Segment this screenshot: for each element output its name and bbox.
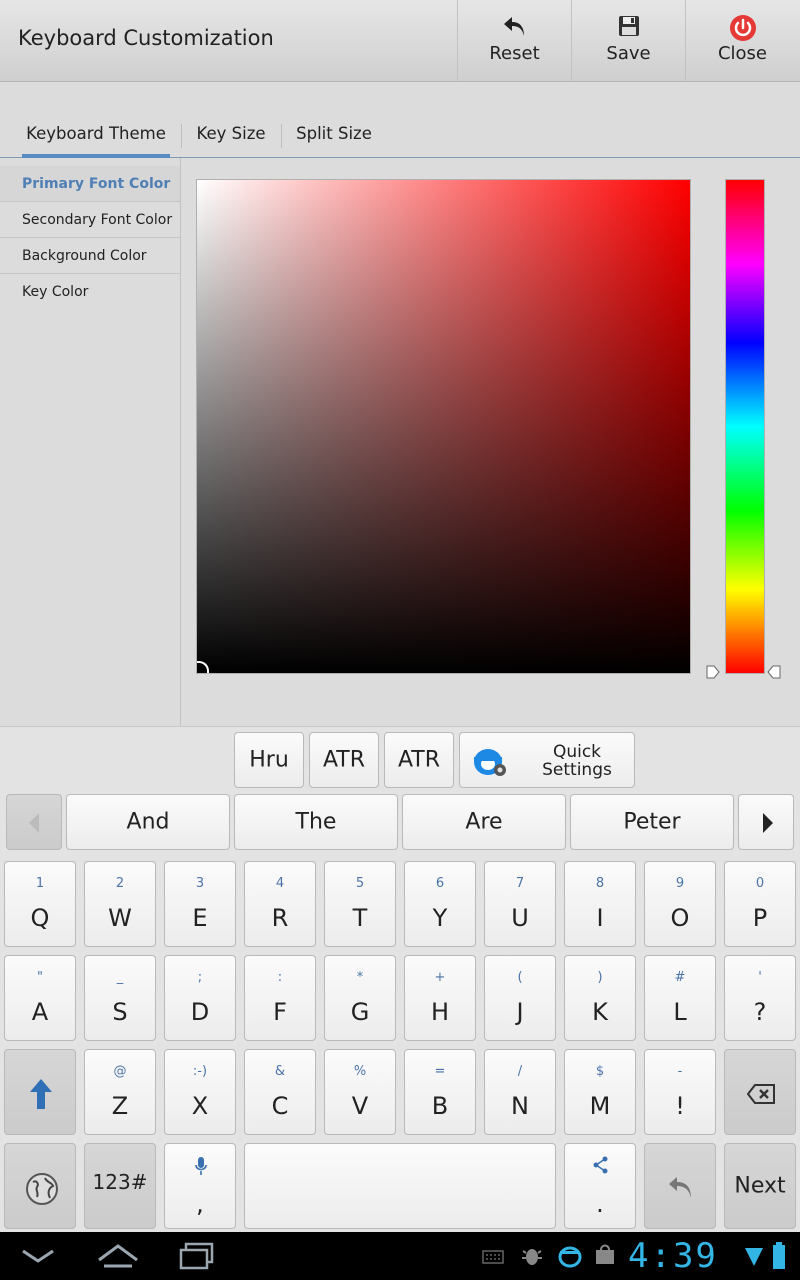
saturation-value-picker[interactable] — [196, 179, 691, 674]
comma-key[interactable]: , — [164, 1143, 236, 1229]
quick-settings-button[interactable]: Quick Settings — [459, 732, 635, 788]
app-title: Keyboard Customization — [18, 26, 274, 50]
tab-key-size[interactable]: Key Size — [190, 112, 272, 156]
key-i[interactable]: 8I — [564, 861, 636, 947]
close-label: Close — [717, 43, 768, 64]
key-t[interactable]: 5T — [324, 861, 396, 947]
key-w[interactable]: 2W — [84, 861, 156, 947]
key-j[interactable]: (J — [484, 955, 556, 1041]
keyboard-icon — [482, 1250, 504, 1264]
key-s[interactable]: _ S — [84, 955, 156, 1041]
atr-button-1[interactable]: ATR — [309, 732, 379, 788]
key-h[interactable]: + H — [404, 955, 476, 1041]
shift-arrow-icon — [30, 1079, 52, 1109]
swype-app-icon — [558, 1246, 582, 1268]
language-key[interactable] — [4, 1143, 76, 1229]
suggestion-item[interactable]: The — [234, 794, 398, 850]
system-bar: 4:39 — [0, 1232, 800, 1280]
key-r[interactable]: 4R — [244, 861, 316, 947]
power-icon — [729, 15, 756, 41]
backspace-key[interactable] — [724, 1049, 796, 1135]
key-v[interactable]: % V — [324, 1049, 396, 1135]
key-a[interactable]: " A — [4, 955, 76, 1041]
usb-debugging-icon — [522, 1249, 542, 1265]
period-key[interactable]: . — [564, 1143, 636, 1229]
recent-apps-icon[interactable] — [178, 1242, 218, 1270]
shift-key[interactable] — [4, 1049, 76, 1135]
key-p[interactable]: 0P — [724, 861, 796, 947]
key-k[interactable]: ) K — [564, 955, 636, 1041]
wifi-signal-icon — [745, 1248, 763, 1266]
key-n[interactable]: / N — [484, 1049, 556, 1135]
reset-button[interactable]: Reset — [457, 0, 571, 82]
key-exclamation[interactable]: -! — [644, 1049, 716, 1135]
back-icon[interactable] — [20, 1246, 56, 1266]
home-icon[interactable] — [96, 1240, 140, 1270]
key-g[interactable]: * G — [324, 955, 396, 1041]
undo-arrow-icon — [669, 1177, 691, 1198]
suggestion-next-button[interactable] — [738, 794, 794, 850]
key-x[interactable]: :-) X — [164, 1049, 236, 1135]
suggestion-prev-button[interactable] — [6, 794, 62, 850]
chevron-right-icon — [763, 813, 773, 833]
chevron-left-icon — [29, 813, 39, 833]
backspace-icon — [747, 1084, 775, 1104]
space-key[interactable] — [244, 1143, 556, 1229]
suggestion-item[interactable]: And — [66, 794, 230, 850]
close-button[interactable]: Close — [685, 0, 799, 82]
key-e[interactable]: 3E — [164, 861, 236, 947]
undo-icon — [503, 17, 524, 36]
globe-icon — [26, 1173, 58, 1205]
key-d[interactable]: ; D — [164, 955, 236, 1041]
key-y[interactable]: 6Y — [404, 861, 476, 947]
key-c[interactable]: & C — [244, 1049, 316, 1135]
reset-label: Reset — [489, 43, 540, 64]
list-item-secondary-font-color[interactable]: Secondary Font Color — [0, 202, 180, 238]
save-button[interactable]: Save — [571, 0, 685, 82]
save-label: Save — [606, 43, 651, 64]
next-key[interactable]: Next — [724, 1143, 796, 1229]
suggestion-item[interactable]: Peter — [570, 794, 734, 850]
tab-bar: Keyboard Theme Key Size Split Size — [0, 112, 800, 158]
key-q[interactable]: 1Q — [4, 861, 76, 947]
battery-icon — [773, 1242, 785, 1269]
key-u[interactable]: 7U — [484, 861, 556, 947]
tab-split-size[interactable]: Split Size — [290, 112, 378, 156]
key-b[interactable]: = B — [404, 1049, 476, 1135]
key-l[interactable]: # L — [644, 955, 716, 1041]
hue-left-arrow-icon[interactable] — [706, 665, 720, 679]
atr-button-2[interactable]: ATR — [384, 732, 454, 788]
key-question[interactable]: '? — [724, 955, 796, 1041]
keyboard: Hru ATR ATR Quick Settings And The Are P… — [0, 726, 800, 1232]
action-bar: Keyboard Customization Reset Save Close — [0, 0, 800, 82]
divider — [180, 158, 181, 726]
suggestion-item[interactable]: Are — [402, 794, 566, 850]
key-m[interactable]: $ M — [564, 1049, 636, 1135]
hru-button[interactable]: Hru — [234, 732, 304, 788]
microphone-icon — [195, 1157, 207, 1175]
shopping-bag-icon — [596, 1244, 614, 1264]
share-icon — [593, 1156, 608, 1174]
hue-slider[interactable] — [725, 179, 765, 674]
undo-key[interactable] — [644, 1143, 716, 1229]
clock: 4:39 — [628, 1236, 718, 1276]
hue-right-arrow-icon[interactable] — [767, 665, 781, 679]
list-item-key-color[interactable]: Key Color — [0, 274, 180, 310]
key-z[interactable]: @ Z — [84, 1049, 156, 1135]
list-item-primary-font-color[interactable]: Primary Font Color — [0, 166, 180, 202]
tab-keyboard-theme[interactable]: Keyboard Theme — [22, 112, 170, 158]
numbers-key[interactable]: 123# — [84, 1143, 156, 1229]
key-o[interactable]: 9O — [644, 861, 716, 947]
color-target-list: Primary Font Color Secondary Font Color … — [0, 166, 180, 310]
list-item-background-color[interactable]: Background Color — [0, 238, 180, 274]
floppy-disk-icon — [618, 16, 639, 36]
quick-settings-icon — [474, 749, 506, 776]
key-f[interactable]: :F — [244, 955, 316, 1041]
